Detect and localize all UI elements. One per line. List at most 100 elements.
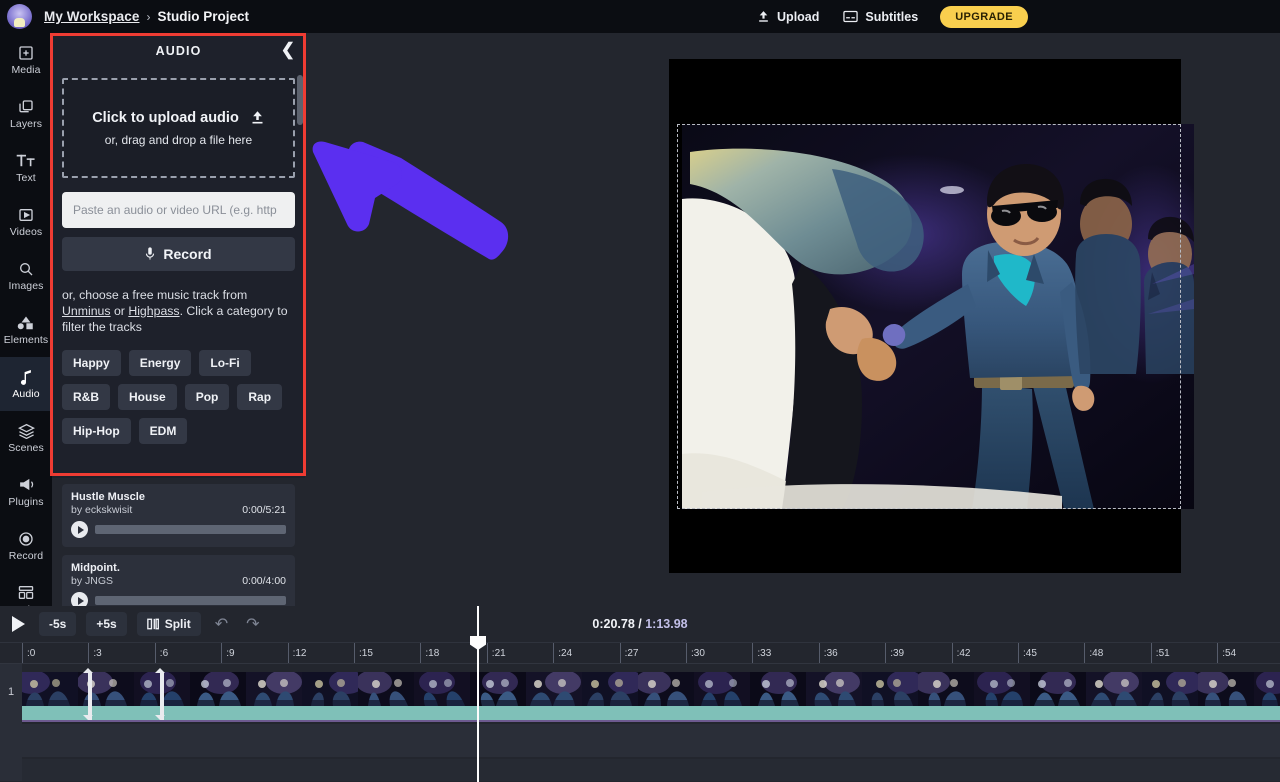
- sidebar-item-scenes[interactable]: Scenes: [0, 411, 52, 465]
- split-icon: [147, 618, 159, 630]
- category-chip-hiphop[interactable]: Hip-Hop: [62, 418, 131, 444]
- record-button-label: Record: [163, 246, 211, 262]
- ruler-tick: :30: [686, 643, 705, 664]
- unminus-link[interactable]: Unminus: [62, 304, 111, 318]
- category-chip-happy[interactable]: Happy: [62, 350, 121, 376]
- ruler-tick: :18: [420, 643, 439, 664]
- clip-waveform: [22, 706, 1280, 720]
- breadcrumb-separator: ›: [147, 10, 151, 24]
- track-title: Hustle Muscle: [71, 491, 286, 503]
- empty-lane-row[interactable]: [22, 759, 1280, 781]
- annotation-arrow-icon: [305, 140, 515, 270]
- category-chip-rnb[interactable]: R&B: [62, 384, 110, 410]
- ruler-tick: :24: [553, 643, 572, 664]
- clip-notch-icon: [83, 715, 93, 720]
- ruler-tick: :0: [22, 643, 35, 664]
- videos-icon: [18, 206, 34, 223]
- free-note-prefix: or, choose a free music track from: [62, 288, 247, 302]
- back-5s-button[interactable]: -5s: [39, 612, 76, 636]
- track-title: Midpoint.: [71, 562, 286, 574]
- sidebar-item-audio[interactable]: Audio: [0, 357, 52, 411]
- play-icon[interactable]: [71, 592, 88, 606]
- free-note-mid: or: [111, 304, 129, 318]
- category-chip-house[interactable]: House: [118, 384, 177, 410]
- playhead[interactable]: [477, 606, 479, 782]
- sidebar-item-layers[interactable]: Layers: [0, 87, 52, 141]
- video-clip[interactable]: [22, 672, 1280, 720]
- play-icon[interactable]: [71, 521, 88, 538]
- timeline-ruler[interactable]: :0:3:6:9:12:15:18:21:24:27:30:33:36:39:4…: [0, 643, 1280, 664]
- clip-split-handle[interactable]: [88, 672, 92, 720]
- sidebar-item-plugins[interactable]: Plugins: [0, 465, 52, 519]
- sidebar-label: Audio: [12, 388, 39, 400]
- chevron-left-icon[interactable]: ❮: [281, 41, 295, 58]
- category-chip-edm[interactable]: EDM: [139, 418, 188, 444]
- track-controls: [71, 592, 286, 606]
- ruler-tick: :42: [952, 643, 971, 664]
- clip-split-handle[interactable]: [160, 672, 164, 720]
- category-chip-rap[interactable]: Rap: [237, 384, 282, 410]
- clip-thumbnail: [638, 672, 694, 706]
- sidebar-label: Media: [11, 64, 40, 76]
- breadcrumb-project: Studio Project: [158, 9, 250, 24]
- current-time: 0:20.78: [592, 617, 634, 631]
- empty-lane-row[interactable]: [22, 724, 1280, 757]
- sidebar-label: Record: [9, 550, 43, 562]
- clip-thumbnail: [1030, 672, 1086, 706]
- track-progress-bar[interactable]: [95, 525, 286, 534]
- list-item[interactable]: Hustle Muscle by eckskwisit 0:00/5:21: [62, 484, 295, 547]
- sidebar-item-record[interactable]: Record: [0, 519, 52, 573]
- redo-icon[interactable]: ↷: [242, 614, 263, 634]
- ruler-tick: :6: [155, 643, 168, 664]
- plugins-icon: [18, 476, 35, 493]
- sidebar-item-images[interactable]: Images: [0, 249, 52, 303]
- clip-thumbnail: [302, 672, 358, 706]
- split-label: Split: [165, 617, 191, 631]
- category-chip-lofi[interactable]: Lo-Fi: [199, 350, 250, 376]
- forward-5s-button[interactable]: +5s: [86, 612, 126, 636]
- track-meta-row: by eckskwisit 0:00/5:21: [71, 504, 286, 516]
- clip-thumbnail: [414, 672, 470, 706]
- sidebar-item-elements[interactable]: Elements: [0, 303, 52, 357]
- upgrade-button[interactable]: UPGRADE: [940, 6, 1028, 28]
- record-button[interactable]: Record: [62, 237, 295, 271]
- play-icon[interactable]: [12, 616, 25, 632]
- sidebar-label: Elements: [4, 334, 49, 346]
- track-time: 0:00/4:00: [242, 575, 286, 587]
- sidebar-item-media[interactable]: Media: [0, 33, 52, 87]
- timeline-controls: -5s +5s Split ↶ ↷ 0:20.78 / 1:13.98: [0, 606, 1280, 643]
- timeline: -5s +5s Split ↶ ↷ 0:20.78 / 1:13.98 :0:3…: [0, 606, 1280, 782]
- sidebar-label: Text: [16, 172, 36, 184]
- highpass-link[interactable]: Highpass: [128, 304, 179, 318]
- list-item[interactable]: Midpoint. by JNGS 0:00/4:00: [62, 555, 295, 606]
- category-chip-energy[interactable]: Energy: [129, 350, 192, 376]
- clip-thumbnail: [582, 672, 638, 706]
- audio-url-input[interactable]: [62, 192, 295, 228]
- category-chip-pop[interactable]: Pop: [185, 384, 230, 410]
- upload-button[interactable]: Upload: [745, 6, 831, 28]
- audio-panel-header: AUDIO ❮: [52, 33, 305, 69]
- split-button[interactable]: Split: [137, 612, 201, 636]
- top-bar: My Workspace › Studio Project Upload: [0, 0, 1280, 33]
- avatar[interactable]: [7, 4, 32, 29]
- breadcrumb-workspace[interactable]: My Workspace: [44, 9, 140, 24]
- track-author: by JNGS: [71, 575, 113, 587]
- preview-frame: [682, 124, 1194, 509]
- upload-dropzone[interactable]: Click to upload audio or, drag and drop …: [62, 78, 295, 178]
- music-track-list: Hustle Muscle by eckskwisit 0:00/5:21 Mi…: [52, 478, 305, 606]
- panel-scrollbar[interactable]: [297, 75, 303, 125]
- clip-thumbnail-strip: [22, 672, 1280, 706]
- dropzone-sub-label: or, drag and drop a file here: [105, 133, 252, 147]
- track-progress-bar[interactable]: [95, 596, 286, 605]
- clip-thumbnail: [22, 672, 78, 706]
- undo-icon[interactable]: ↶: [211, 614, 232, 634]
- category-chip-list: Happy Energy Lo-Fi R&B House Pop Rap Hip…: [62, 350, 295, 444]
- video-preview[interactable]: [669, 59, 1181, 573]
- sidebar-label: Plugins: [8, 496, 43, 508]
- preview-stage: •••: [305, 33, 1280, 606]
- ruler-tick: :12: [288, 643, 307, 664]
- ruler-tick: :45: [1018, 643, 1037, 664]
- sidebar-item-text[interactable]: Text: [0, 141, 52, 195]
- subtitles-button[interactable]: Subtitles: [831, 6, 930, 28]
- sidebar-item-videos[interactable]: Videos: [0, 195, 52, 249]
